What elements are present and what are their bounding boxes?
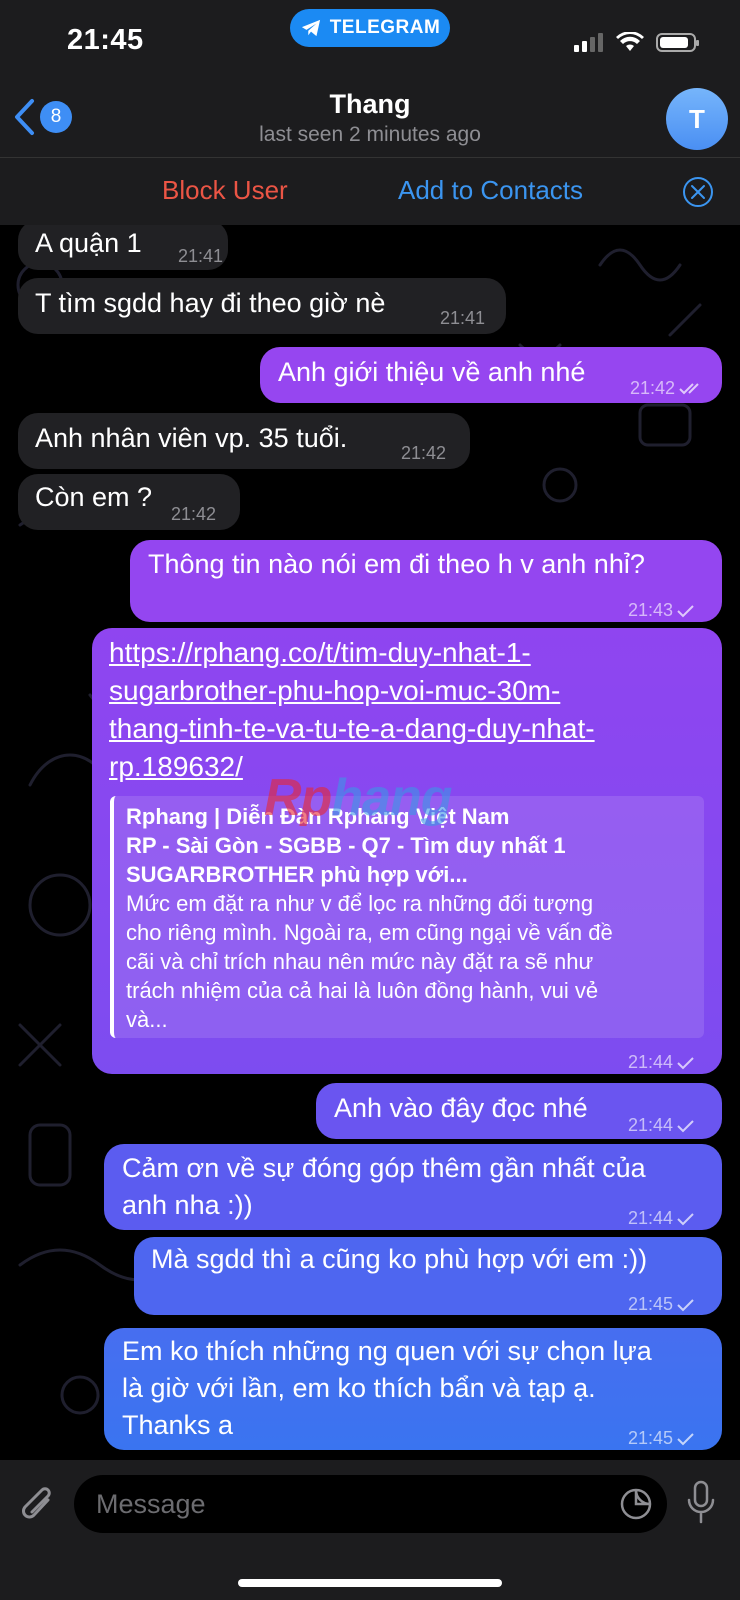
watermark-logo: Rphang bbox=[264, 769, 453, 827]
message-bubble-outgoing-link[interactable]: https://rphang.co/t/tim-duy-nhat-1- suga… bbox=[92, 628, 722, 1074]
block-user-button[interactable]: Block User bbox=[162, 175, 288, 206]
message-meta: 21:44 bbox=[628, 1044, 695, 1081]
last-seen-status: last seen 2 minutes ago bbox=[259, 123, 481, 146]
add-to-contacts-button[interactable]: Add to Contacts bbox=[398, 175, 583, 206]
message-bubble-outgoing[interactable]: Mà sgdd thì a cũng ko phù hợp với em :))… bbox=[134, 1237, 722, 1315]
message-time: 21:43 bbox=[628, 600, 674, 620]
contact-name[interactable]: Thang bbox=[0, 89, 740, 120]
app-pill-label: TELEGRAM bbox=[329, 17, 441, 38]
link-preview-description: Mức em đặt ra như v để lọc ra những đối … bbox=[126, 891, 613, 1032]
check-icon bbox=[677, 1298, 694, 1311]
message-bubble-outgoing[interactable]: Em ko thích những ng quen với sự chọn lự… bbox=[104, 1328, 722, 1450]
message-bubble-incoming[interactable]: A quận 1 21:41 bbox=[18, 220, 228, 270]
microphone-icon[interactable] bbox=[686, 1480, 716, 1526]
message-bubble-incoming[interactable]: Còn em ? 21:42 bbox=[18, 474, 240, 530]
message-time: 21:42 bbox=[401, 443, 447, 463]
status-icons bbox=[574, 32, 699, 52]
message-meta: 21:44 bbox=[628, 1200, 695, 1237]
message-time: 21:42 bbox=[171, 504, 217, 524]
check-icon bbox=[677, 604, 694, 617]
message-input-placeholder: Message bbox=[96, 1489, 206, 1519]
message-bubble-outgoing[interactable]: Thông tin nào nói em đi theo h v anh nhỉ… bbox=[130, 540, 722, 622]
link-preview-card[interactable]: Rphang | Diễn Đàn Rphang Việt Nam RP - S… bbox=[110, 796, 704, 1038]
message-time: 21:44 bbox=[628, 1052, 674, 1072]
home-indicator bbox=[238, 1579, 502, 1587]
message-meta: 21:43 bbox=[628, 592, 695, 629]
message-link[interactable]: https://rphang.co/t/tim-duy-nhat-1- suga… bbox=[109, 634, 595, 786]
battery-icon bbox=[656, 32, 699, 52]
check-icon bbox=[677, 1056, 694, 1069]
message-text: Cảm ơn về sự đóng góp thêm gần nhất của … bbox=[122, 1153, 646, 1220]
double-check-icon bbox=[679, 382, 699, 394]
message-bubble-incoming[interactable]: T tìm sgdd hay đi theo giờ nè 21:41 bbox=[18, 278, 506, 334]
link-preview-title: RP - Sài Gòn - SGBB - Q7 - Tìm duy nhất … bbox=[126, 833, 566, 887]
telegram-app-pill[interactable]: TELEGRAM bbox=[290, 9, 450, 47]
message-time: 21:41 bbox=[440, 308, 486, 328]
message-text: Em ko thích những ng quen với sự chọn lự… bbox=[122, 1336, 652, 1440]
message-text: Thông tin nào nói em đi theo h v anh nhỉ… bbox=[148, 549, 645, 579]
message-time: 21:45 bbox=[628, 1294, 674, 1314]
message-time: 21:42 bbox=[630, 378, 676, 398]
message-input[interactable]: Message bbox=[74, 1475, 667, 1533]
contact-action-bar: Block User Add to Contacts bbox=[0, 157, 740, 225]
message-text: Còn em ? bbox=[35, 482, 153, 512]
message-time: 21:44 bbox=[628, 1208, 674, 1228]
message-text: Mà sgdd thì a cũng ko phù hợp với em :)) bbox=[151, 1244, 648, 1274]
message-meta: 21:45 bbox=[628, 1286, 695, 1323]
avatar[interactable]: T bbox=[666, 88, 728, 150]
message-time: 21:41 bbox=[178, 246, 224, 266]
cellular-signal-icon bbox=[574, 33, 603, 52]
message-input-bar: Message bbox=[0, 1460, 740, 1600]
message-text: T tìm sgdd hay đi theo giờ nè bbox=[35, 288, 386, 318]
message-time: 21:45 bbox=[628, 1428, 674, 1448]
check-icon bbox=[677, 1432, 694, 1445]
sticker-icon[interactable] bbox=[619, 1487, 653, 1521]
message-meta: 21:42 bbox=[630, 370, 705, 407]
close-icon[interactable] bbox=[682, 176, 714, 208]
telegram-plane-icon bbox=[301, 19, 320, 37]
message-bubble-outgoing[interactable]: Cảm ơn về sự đóng góp thêm gần nhất của … bbox=[104, 1144, 722, 1230]
message-bubble-outgoing[interactable]: Anh giới thiệu về anh nhé 21:42 bbox=[260, 347, 722, 403]
message-bubble-incoming[interactable]: Anh nhân viên vp. 35 tuổi. 21:42 bbox=[18, 413, 470, 469]
message-text: Anh nhân viên vp. 35 tuổi. bbox=[35, 423, 348, 453]
message-meta: 21:44 bbox=[628, 1107, 695, 1144]
chat-header: 8 Thang last seen 2 minutes ago T bbox=[0, 80, 740, 157]
message-text: A quận 1 bbox=[35, 228, 142, 258]
check-icon bbox=[677, 1119, 694, 1132]
message-text: Anh giới thiệu về anh nhé bbox=[278, 357, 586, 387]
message-text: Anh vào đây đọc nhé bbox=[334, 1093, 588, 1123]
attachment-paperclip-icon[interactable] bbox=[18, 1482, 56, 1528]
status-time: 21:45 bbox=[67, 24, 144, 56]
check-icon bbox=[677, 1212, 694, 1225]
status-bar: 21:45 TELEGRAM bbox=[0, 0, 740, 80]
message-time: 21:44 bbox=[628, 1115, 674, 1135]
message-bubble-outgoing[interactable]: Anh vào đây đọc nhé 21:44 bbox=[316, 1083, 722, 1139]
wifi-icon bbox=[616, 32, 644, 51]
message-meta: 21:45 bbox=[628, 1420, 695, 1457]
